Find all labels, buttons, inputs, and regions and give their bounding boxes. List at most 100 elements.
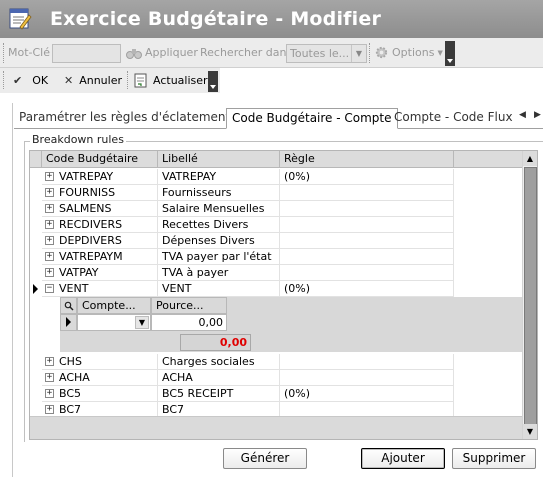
keyword-input[interactable] — [52, 44, 121, 63]
detail-search-header[interactable] — [60, 297, 77, 314]
detail-column-header-pourcentage[interactable]: Pource... — [151, 297, 227, 314]
cell-libelle[interactable]: Dépenses Divers — [158, 233, 280, 249]
refresh-label: Actualiser — [153, 74, 208, 87]
tab-budget-code-account[interactable]: Code Budgétaire - Compte — [226, 108, 398, 129]
cell-regle[interactable] — [280, 370, 454, 386]
detail-pourcentage-value[interactable]: 0,00 — [151, 314, 227, 331]
cell-code[interactable]: ACHA — [42, 370, 158, 386]
cell-regle[interactable] — [280, 217, 454, 233]
delete-button[interactable]: Supprimer — [452, 448, 536, 469]
cell-code[interactable]: CHS — [42, 354, 158, 370]
binoculars-icon — [126, 48, 142, 59]
cell-code[interactable]: VATREPAYM — [42, 249, 158, 265]
column-header-code[interactable]: Code Budgétaire — [42, 151, 158, 168]
cell-libelle[interactable]: VATREPAY — [158, 169, 280, 185]
cell-code[interactable]: DEPDIVERS — [42, 233, 158, 249]
cell-libelle[interactable]: BC5 RECEIPT — [158, 386, 280, 402]
refresh-button[interactable]: Actualiser — [134, 68, 208, 93]
toolbar-grip[interactable] — [3, 43, 7, 63]
cell-code[interactable]: FOURNISS — [42, 185, 158, 201]
table-row[interactable]: + FOURNISS Fournisseurs — [30, 185, 524, 201]
vertical-scrollbar[interactable]: ▲ ▼ — [522, 151, 537, 439]
scroll-down-icon[interactable]: ▼ — [523, 424, 537, 439]
table-row[interactable]: + VATREPAY VATREPAY (0%) — [30, 169, 524, 185]
cell-code[interactable]: VATPAY — [42, 265, 158, 281]
cell-code[interactable]: RECDIVERS — [42, 217, 158, 233]
detail-grid: Compte... Pource... ▼ 0,00 0,00 — [60, 297, 523, 352]
table-row[interactable]: + VATREPAYM TVA payer par l'état — [30, 249, 524, 265]
column-header-regle[interactable]: Règle — [280, 151, 454, 168]
toolbar-overflow-button[interactable] — [445, 41, 455, 66]
cell-libelle[interactable]: Charges sociales — [158, 354, 280, 370]
apply-label: Appliquer — [145, 46, 198, 59]
cell-code[interactable]: BC5 — [42, 386, 158, 402]
tab-scroll-left-icon[interactable]: ◀ — [519, 110, 526, 120]
table-row[interactable]: + DEPDIVERS Dépenses Divers — [30, 233, 524, 249]
cell-regle[interactable] — [280, 201, 454, 217]
cell-libelle[interactable]: ACHA — [158, 370, 280, 386]
detail-row-indicator — [60, 314, 77, 331]
options-label: Options — [392, 46, 435, 59]
toolbar-separator — [369, 43, 373, 63]
table-row[interactable]: + BC5 BC5 RECEIPT (0%) — [30, 386, 524, 402]
cell-libelle[interactable]: VENT — [158, 281, 280, 297]
check-icon: ✔ — [13, 74, 23, 87]
table-row-selected[interactable]: − VENT VENT (0%) — [30, 281, 524, 297]
chevron-down-icon: ▼ — [351, 45, 366, 62]
cell-regle[interactable]: (0%) — [280, 386, 454, 402]
column-header-filler — [454, 151, 524, 168]
scroll-up-icon[interactable]: ▲ — [523, 151, 537, 166]
close-icon: ✕ — [64, 74, 74, 87]
search-in-value: Toutes le... — [290, 47, 350, 60]
detail-compte-select[interactable]: ▼ — [77, 314, 151, 331]
table-row[interactable]: + ACHA ACHA — [30, 370, 524, 386]
keyword-label: Mot-Clé — [8, 46, 51, 59]
search-in-select[interactable]: Toutes le... ▼ — [286, 44, 367, 63]
cell-regle[interactable] — [280, 249, 454, 265]
apply-button[interactable]: Appliquer — [126, 38, 198, 67]
cell-libelle[interactable]: Salaire Mensuelles — [158, 201, 280, 217]
detail-column-header-compte[interactable]: Compte... — [77, 297, 151, 314]
ok-label: OK — [32, 74, 49, 87]
toolbar-overflow-button[interactable] — [208, 71, 218, 92]
current-row-indicator-icon — [33, 284, 38, 294]
group-title: Breakdown rules — [30, 133, 126, 146]
ok-button[interactable]: ✔ OK — [13, 68, 48, 93]
cell-regle[interactable] — [280, 185, 454, 201]
column-header-libelle[interactable]: Libellé — [158, 151, 280, 168]
tab-scroll-right-icon[interactable]: ▶ — [534, 110, 541, 120]
table-row[interactable]: + VATPAY TVA à payer — [30, 265, 524, 281]
cell-libelle[interactable]: TVA à payer — [158, 265, 280, 281]
cancel-label: Annuler — [79, 74, 123, 87]
tab-strip: Paramétrer les règles d'éclatement Code … — [14, 108, 543, 129]
current-row-indicator-icon — [66, 317, 71, 327]
generate-button[interactable]: Générer — [223, 448, 307, 469]
add-button[interactable]: Ajouter — [361, 448, 445, 469]
toolbar-grip[interactable] — [3, 71, 7, 89]
cell-regle[interactable]: (0%) — [280, 169, 454, 185]
options-button[interactable]: Options ▼ — [374, 38, 443, 67]
cell-regle[interactable] — [280, 265, 454, 281]
detail-total-value: 0,00 — [180, 334, 251, 351]
cell-libelle[interactable]: Fournisseurs — [158, 185, 280, 201]
cell-libelle[interactable]: TVA payer par l'état — [158, 249, 280, 265]
tab-account-flow-code[interactable]: Compte - Code Flux — [389, 108, 518, 128]
cell-code[interactable]: SALMENS — [42, 201, 158, 217]
table-row[interactable]: + RECDIVERS Recettes Divers — [30, 217, 524, 233]
cell-code[interactable]: VENT — [42, 281, 158, 297]
scrollbar-thumb[interactable] — [524, 167, 537, 425]
chevron-down-icon[interactable]: ▼ — [135, 316, 149, 329]
table-row[interactable]: + CHS Charges sociales — [30, 354, 524, 370]
cancel-button[interactable]: ✕ Annuler — [64, 68, 122, 93]
search-icon — [64, 301, 74, 311]
tab-breakdown-rules[interactable]: Paramétrer les règles d'éclatement — [14, 108, 235, 128]
window-title: Exercice Budgétaire - Modifier — [50, 8, 382, 30]
cell-regle[interactable] — [280, 233, 454, 249]
table-row[interactable]: + SALMENS Salaire Mensuelles — [30, 201, 524, 217]
grid-row-header-corner — [30, 151, 42, 168]
cell-regle[interactable] — [280, 354, 454, 370]
cell-code[interactable]: VATREPAY — [42, 169, 158, 185]
cell-regle[interactable]: (0%) — [280, 281, 454, 297]
toolbar-separator — [127, 71, 131, 89]
cell-libelle[interactable]: Recettes Divers — [158, 217, 280, 233]
